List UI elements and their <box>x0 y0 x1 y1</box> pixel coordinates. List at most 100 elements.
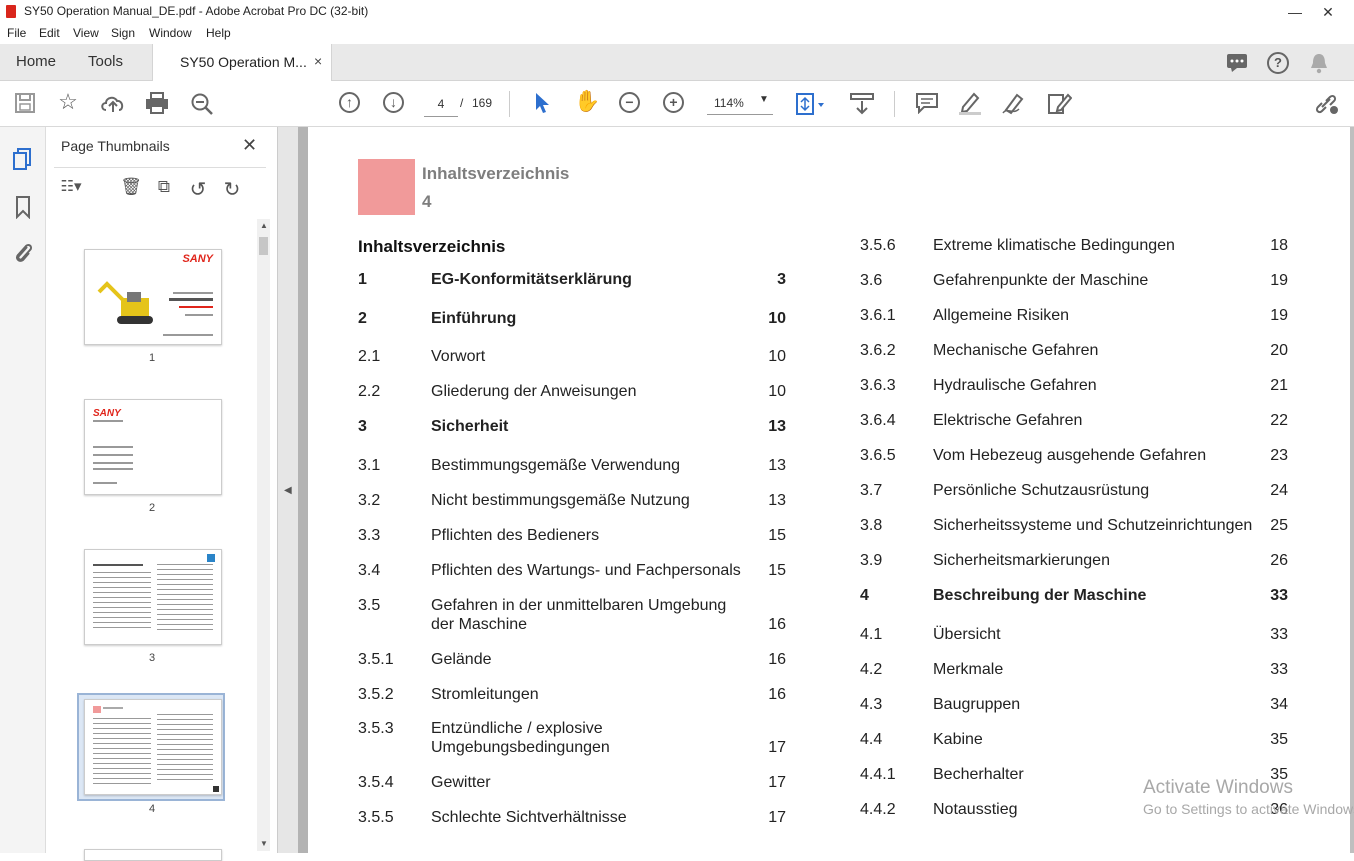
document-scrollbar[interactable] <box>1350 127 1354 853</box>
menu-view[interactable]: View <box>73 26 99 40</box>
toc-entry-page: 33 <box>1270 661 1288 678</box>
highlight-pen-icon[interactable] <box>957 91 983 115</box>
toc-entry-title: Baugruppen <box>933 696 1021 713</box>
toc-entry-page: 17 <box>768 809 786 826</box>
thumbnail-scrollbar[interactable]: ▲ ▼ <box>257 219 270 851</box>
toc-entry-number: 4.3 <box>860 696 883 713</box>
toc-entry-page: 10 <box>768 348 786 365</box>
fill-sign-icon[interactable] <box>1046 91 1072 115</box>
menu-file[interactable]: File <box>7 26 26 40</box>
chapter-marker <box>358 159 415 215</box>
toc-entry-page: 33 <box>1270 626 1288 643</box>
page-thumbnail-5[interactable] <box>84 849 222 861</box>
page-thumbnails-panel: Page Thumbnails ✕ ☷▾ 🗑 ⧉ ↺ ↻ SANY 1 SANY… <box>46 127 278 861</box>
bookmark-star-icon[interactable]: ☆ <box>56 90 80 114</box>
close-tab-icon[interactable]: × <box>314 53 322 69</box>
toc-entry-number: 3.7 <box>860 482 883 499</box>
page-thumbnails-icon[interactable] <box>12 147 34 171</box>
page-number-input[interactable] <box>424 92 458 117</box>
toc-entry-page: 17 <box>768 774 786 791</box>
extract-page-icon[interactable]: ⧉ <box>152 177 176 197</box>
acrobat-pdf-icon <box>6 5 16 18</box>
page-thumbnail-2[interactable]: SANY <box>84 399 222 495</box>
help-icon[interactable]: ? <box>1267 52 1289 74</box>
toc-entry-number: 4.4.1 <box>860 766 896 783</box>
menu-bar: File Edit View Sign Window Help <box>0 24 1354 44</box>
toc-entry-page: 33 <box>1270 587 1288 604</box>
page-thumbnail-1[interactable]: SANY <box>84 249 222 345</box>
toc-entry-title: Gewitter <box>431 774 491 791</box>
thumbnail-number: 3 <box>148 652 156 664</box>
zoom-out-icon[interactable]: − <box>619 92 640 113</box>
sany-logo: SANY <box>182 253 213 265</box>
toc-entry-title: Vorwort <box>431 348 486 365</box>
toc-entry-number: 3.5 <box>358 597 381 614</box>
panel-divider <box>54 167 266 168</box>
toc-entry-title: Gefahren in der unmittelbaren Umgebung <box>431 597 727 614</box>
next-page-icon[interactable]: ↓ <box>383 92 404 113</box>
toc-entry-title: Kabine <box>933 731 983 748</box>
print-icon[interactable] <box>145 92 169 114</box>
toolbar-divider <box>509 91 510 117</box>
menu-sign[interactable]: Sign <box>111 26 135 40</box>
page-separator: / <box>460 96 464 110</box>
toc-entry-page: 22 <box>1270 412 1288 429</box>
fit-page-icon[interactable] <box>795 92 825 116</box>
select-cursor-icon[interactable] <box>534 92 550 114</box>
zoom-in-icon[interactable]: + <box>663 92 684 113</box>
zoom-value: 114% <box>714 96 744 110</box>
toc-entry-number: 2.1 <box>358 348 381 365</box>
toc-entry-page: 13 <box>768 457 786 474</box>
page-thumbnail-4[interactable] <box>84 699 222 795</box>
zoom-select[interactable]: 114% ▼ <box>707 92 773 115</box>
minimize-button[interactable]: — <box>1285 3 1305 21</box>
previous-page-icon[interactable]: ↑ <box>339 92 360 113</box>
scrollbar-thumb[interactable] <box>259 237 268 255</box>
toc-entry-page: 23 <box>1270 447 1288 464</box>
close-panel-icon[interactable]: ✕ <box>242 135 257 156</box>
page-header-number: 4 <box>422 192 432 211</box>
activate-windows-title: Activate Windows <box>1143 777 1293 798</box>
menu-window[interactable]: Window <box>149 26 192 40</box>
rotate-left-icon[interactable]: ↺ <box>186 177 210 202</box>
toc-entry-number: 3.5.1 <box>358 651 394 668</box>
toc-entry-number: 3.4 <box>358 562 381 579</box>
menu-edit[interactable]: Edit <box>39 26 60 40</box>
tab-home[interactable]: Home <box>16 53 56 70</box>
scroll-mode-icon[interactable] <box>850 92 874 116</box>
save-icon[interactable] <box>14 92 36 114</box>
tab-tools[interactable]: Tools <box>88 53 123 70</box>
toc-entry-title: Merkmale <box>933 661 1004 678</box>
toc-entry-title: Hydraulische Gefahren <box>933 377 1097 394</box>
toc-entry-page: 21 <box>1270 377 1288 394</box>
options-menu-icon[interactable]: ☷▾ <box>59 177 83 195</box>
excavator-image <box>97 281 153 324</box>
toc-heading: Inhaltsverzeichnis <box>358 237 506 256</box>
panel-splitter[interactable]: ◀ <box>278 127 298 853</box>
close-window-button[interactable]: ✕ <box>1318 3 1338 21</box>
rotate-right-icon[interactable]: ↻ <box>220 177 244 202</box>
collapse-panel-icon[interactable]: ◀ <box>284 485 292 496</box>
menu-help[interactable]: Help <box>206 26 231 40</box>
comment-bubble-icon[interactable] <box>1226 53 1248 73</box>
attachments-paperclip-icon[interactable] <box>12 240 34 264</box>
zoom-search-icon[interactable] <box>190 92 214 116</box>
share-link-icon[interactable] <box>1312 91 1340 115</box>
scroll-up-icon[interactable]: ▲ <box>260 221 268 230</box>
draw-pen-icon[interactable] <box>1001 91 1027 115</box>
notification-bell-icon[interactable] <box>1310 52 1328 74</box>
document-page: Inhaltsverzeichnis 4 Inhaltsverzeichnis … <box>308 127 1350 853</box>
toc-entry-title-continued: Umgebungsbedingungen <box>431 739 610 756</box>
bookmarks-icon[interactable] <box>12 195 34 219</box>
page-thumbnail-3[interactable] <box>84 549 222 645</box>
toc-entry-number: 4 <box>860 587 869 604</box>
tab-document[interactable]: SY50 Operation M... × <box>152 44 332 81</box>
hand-tool-icon[interactable]: ✋ <box>574 90 600 114</box>
scroll-down-icon[interactable]: ▼ <box>260 839 268 848</box>
add-comment-icon[interactable] <box>915 92 939 114</box>
delete-page-icon[interactable]: 🗑 <box>119 177 143 197</box>
upload-cloud-icon[interactable] <box>100 92 126 114</box>
panel-title: Page Thumbnails <box>61 138 170 154</box>
toc-entry-title: Pflichten des Bedieners <box>431 527 600 544</box>
toc-entry-number: 3.6 <box>860 272 883 289</box>
